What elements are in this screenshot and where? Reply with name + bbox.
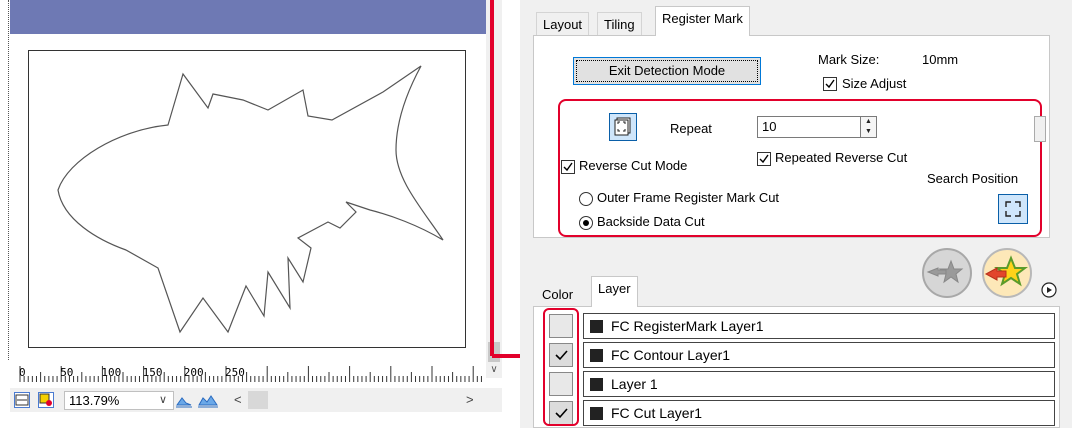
- exit-detection-mode-button[interactable]: Exit Detection Mode: [573, 57, 761, 85]
- layer-row[interactable]: FC RegisterMark Layer1: [583, 313, 1055, 339]
- tab-label: Tiling: [604, 17, 635, 32]
- mark-size-value: 10mm: [922, 52, 959, 67]
- tab-color[interactable]: Color: [536, 283, 580, 307]
- ruler-ticks: [19, 366, 482, 382]
- tab-tiling[interactable]: Tiling: [597, 12, 642, 36]
- fit-page-icon[interactable]: [14, 392, 30, 408]
- layer-row[interactable]: Layer 1: [583, 371, 1055, 397]
- spin-up-icon[interactable]: ▲: [861, 117, 876, 127]
- layer-row[interactable]: FC Cut Layer1: [583, 400, 1055, 426]
- horizontal-scroll-thumb[interactable]: [248, 391, 268, 409]
- layer-name: FC Contour Layer1: [611, 347, 731, 363]
- repeat-spinner[interactable]: ▲ ▼: [861, 116, 877, 138]
- ruler-label: 250: [225, 366, 245, 379]
- ruler-label: 100: [101, 366, 122, 379]
- backside-data-cut-label: Backside Data Cut: [597, 214, 705, 229]
- layer-color-swatch: [590, 407, 603, 420]
- tab-layer[interactable]: Layer: [591, 276, 638, 307]
- backside-data-cut-radio[interactable]: [579, 216, 593, 230]
- layer-row[interactable]: FC Contour Layer1: [583, 342, 1055, 368]
- tab-register-mark[interactable]: Register Mark: [655, 6, 750, 36]
- chevron-down-icon[interactable]: ∨: [156, 392, 170, 408]
- layer-name: FC Cut Layer1: [611, 405, 703, 421]
- tab-label: Color: [542, 287, 574, 302]
- repeat-cut-icon[interactable]: [609, 113, 637, 141]
- star-color-button[interactable]: [980, 246, 1034, 300]
- outer-frame-register-mark-cut-label: Outer Frame Register Mark Cut: [597, 190, 780, 205]
- repeat-label: Repeat: [670, 121, 712, 136]
- reverse-cut-mode-checkbox[interactable]: [561, 160, 575, 174]
- fish-contour-drawing[interactable]: [28, 50, 466, 348]
- repeat-count-input[interactable]: 10: [757, 116, 861, 138]
- star-grey-button[interactable]: [920, 246, 974, 300]
- search-position-icon[interactable]: [998, 194, 1028, 224]
- ruler-label: 150: [142, 366, 163, 379]
- layer-color-swatch: [590, 349, 603, 362]
- ruler-label: 50: [60, 366, 74, 379]
- scroll-right-icon[interactable]: >: [466, 392, 476, 408]
- tab-label: Layer: [598, 281, 631, 296]
- zoom-out-mountain-icon[interactable]: [198, 392, 218, 408]
- repeated-reverse-cut-checkbox[interactable]: [757, 152, 771, 166]
- layer-color-swatch: [590, 378, 603, 391]
- more-options-icon[interactable]: [1041, 282, 1057, 298]
- zoom-in-mountain-icon[interactable]: [176, 392, 192, 408]
- zoom-value: 113.79%: [69, 393, 120, 408]
- repeated-reverse-cut-label: Repeated Reverse Cut: [775, 150, 908, 165]
- scroll-left-icon[interactable]: <: [234, 392, 244, 408]
- partial-spinner[interactable]: [1034, 116, 1046, 142]
- ruler-label: 0: [19, 366, 26, 379]
- spin-down-icon[interactable]: ▼: [861, 127, 876, 137]
- layer-name: FC RegisterMark Layer1: [611, 318, 764, 334]
- select-object-icon[interactable]: [38, 392, 54, 408]
- outer-frame-register-mark-cut-radio[interactable]: [579, 192, 593, 206]
- layer-checkbox-highlight-box: [543, 308, 579, 426]
- canvas-title-bar: [10, 0, 486, 34]
- size-adjust-label: Size Adjust: [842, 76, 907, 91]
- size-adjust-checkbox[interactable]: [823, 77, 837, 91]
- layer-name: Layer 1: [611, 376, 658, 392]
- tab-layout[interactable]: Layout: [536, 12, 590, 36]
- tab-label: Layout: [543, 17, 583, 32]
- canvas-edge: [8, 0, 9, 360]
- reverse-cut-mode-label: Reverse Cut Mode: [579, 158, 688, 173]
- search-position-label: Search Position: [927, 171, 1019, 186]
- layer-color-swatch: [590, 320, 603, 333]
- mark-size-label: Mark Size:: [818, 52, 880, 67]
- ruler-label: 200: [183, 366, 204, 379]
- tab-label: Register Mark: [662, 11, 743, 26]
